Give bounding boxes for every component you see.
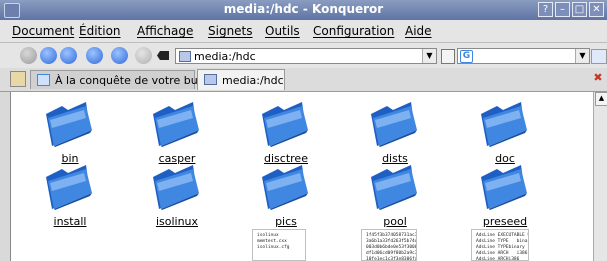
help-window-button[interactable]: ? xyxy=(538,2,553,17)
menu-affichage[interactable]: Affichage xyxy=(137,24,193,38)
menu-aide[interactable]: Aide xyxy=(405,24,432,38)
folder-label: pool xyxy=(383,215,407,228)
folder-icon xyxy=(153,165,199,210)
search-dropdown-icon[interactable]: ▼ xyxy=(575,49,589,63)
folder-item-pics[interactable]: pics xyxy=(236,163,336,229)
tab-media-hdc[interactable]: media:/hdc xyxy=(197,69,285,90)
folder-icon xyxy=(46,102,92,147)
folder-item-pool[interactable]: pool xyxy=(345,163,445,229)
folder-tab-icon xyxy=(204,74,217,85)
back-icon[interactable] xyxy=(20,47,37,64)
folder-icon xyxy=(481,165,527,210)
file-thumbnail[interactable]: AdsLine EXECUTABLE Ub AdsLine TYPE binar… xyxy=(471,229,529,261)
maximize-window-button[interactable]: □ xyxy=(572,2,587,17)
reload-icon[interactable] xyxy=(111,47,128,64)
location-input[interactable]: media:/hdc ▼ xyxy=(175,48,437,64)
tab-label: media:/hdc xyxy=(222,74,284,87)
scroll-up-icon[interactable]: ▲ xyxy=(595,92,607,106)
menu-outils[interactable]: Outils xyxy=(265,24,300,38)
menu-document[interactable]: Document xyxy=(12,24,74,38)
window-title: media:/hdc - Konqueror xyxy=(223,2,384,16)
menu-bar: Document Édition Affichage Signets Outil… xyxy=(0,20,607,43)
file-thumbnail[interactable]: isolinux memtest.cxx isolinux.cfg xyxy=(252,229,306,261)
folder-icon xyxy=(371,165,417,210)
tab-bar: À la conquête de votre bure... media:/hd… xyxy=(0,68,607,92)
folder-label: preseed xyxy=(482,215,528,228)
google-search-icon[interactable]: G xyxy=(460,50,473,63)
folder-icon xyxy=(262,165,308,210)
folder-icon xyxy=(262,102,308,147)
folder-label: pics xyxy=(275,215,297,228)
folder-icon xyxy=(481,102,527,147)
webpage-tab-icon xyxy=(37,74,50,86)
minimize-window-button[interactable]: – xyxy=(555,2,570,17)
folder-item-casper[interactable]: casper xyxy=(127,100,227,166)
folder-item-disctree[interactable]: disctree xyxy=(236,100,336,166)
folder-item-isolinux[interactable]: isolinux xyxy=(127,163,227,229)
title-bar: media:/hdc - Konqueror ? – □ ✕ xyxy=(0,0,607,20)
go-icon[interactable] xyxy=(441,49,455,64)
close-tab-icon[interactable]: ✖ xyxy=(592,72,604,84)
folder-item-dists[interactable]: dists xyxy=(345,100,445,166)
location-value: media:/hdc xyxy=(194,50,256,63)
folder-label: install xyxy=(53,215,87,228)
search-go-icon[interactable] xyxy=(591,49,607,64)
left-frame xyxy=(0,92,10,261)
clear-location-icon[interactable] xyxy=(157,51,169,60)
up-icon[interactable] xyxy=(60,47,77,64)
home-icon[interactable] xyxy=(86,47,103,64)
tab-conquete[interactable]: À la conquête de votre bure... xyxy=(30,70,219,89)
vertical-scrollbar[interactable]: ▲ xyxy=(593,92,607,261)
folder-icon xyxy=(371,102,417,147)
folder-item-install[interactable]: install xyxy=(20,163,120,229)
location-dropdown-icon[interactable]: ▼ xyxy=(422,49,436,63)
menu-edition[interactable]: Édition xyxy=(79,24,121,38)
search-input[interactable]: G ▼ xyxy=(457,48,590,64)
stop-icon[interactable] xyxy=(135,47,152,64)
menu-signets[interactable]: Signets xyxy=(208,24,253,38)
folder-icon xyxy=(153,102,199,147)
tab-label: À la conquête de votre bure... xyxy=(55,74,220,87)
folder-item-bin[interactable]: bin xyxy=(20,100,120,166)
folder-item-doc[interactable]: doc xyxy=(455,100,555,166)
folder-icon xyxy=(46,165,92,210)
forward-icon[interactable] xyxy=(40,47,57,64)
folder-item-preseed[interactable]: preseed xyxy=(455,163,555,229)
close-window-button[interactable]: ✕ xyxy=(589,2,604,17)
file-thumbnail[interactable]: 1f45f3b374058731ac300 3a6b1a33fd263f5b74… xyxy=(361,229,417,261)
folder-label: isolinux xyxy=(155,215,199,228)
folder-favicon-icon xyxy=(179,51,191,62)
menu-configuration[interactable]: Configuration xyxy=(313,24,394,38)
new-tab-icon[interactable] xyxy=(10,71,26,87)
